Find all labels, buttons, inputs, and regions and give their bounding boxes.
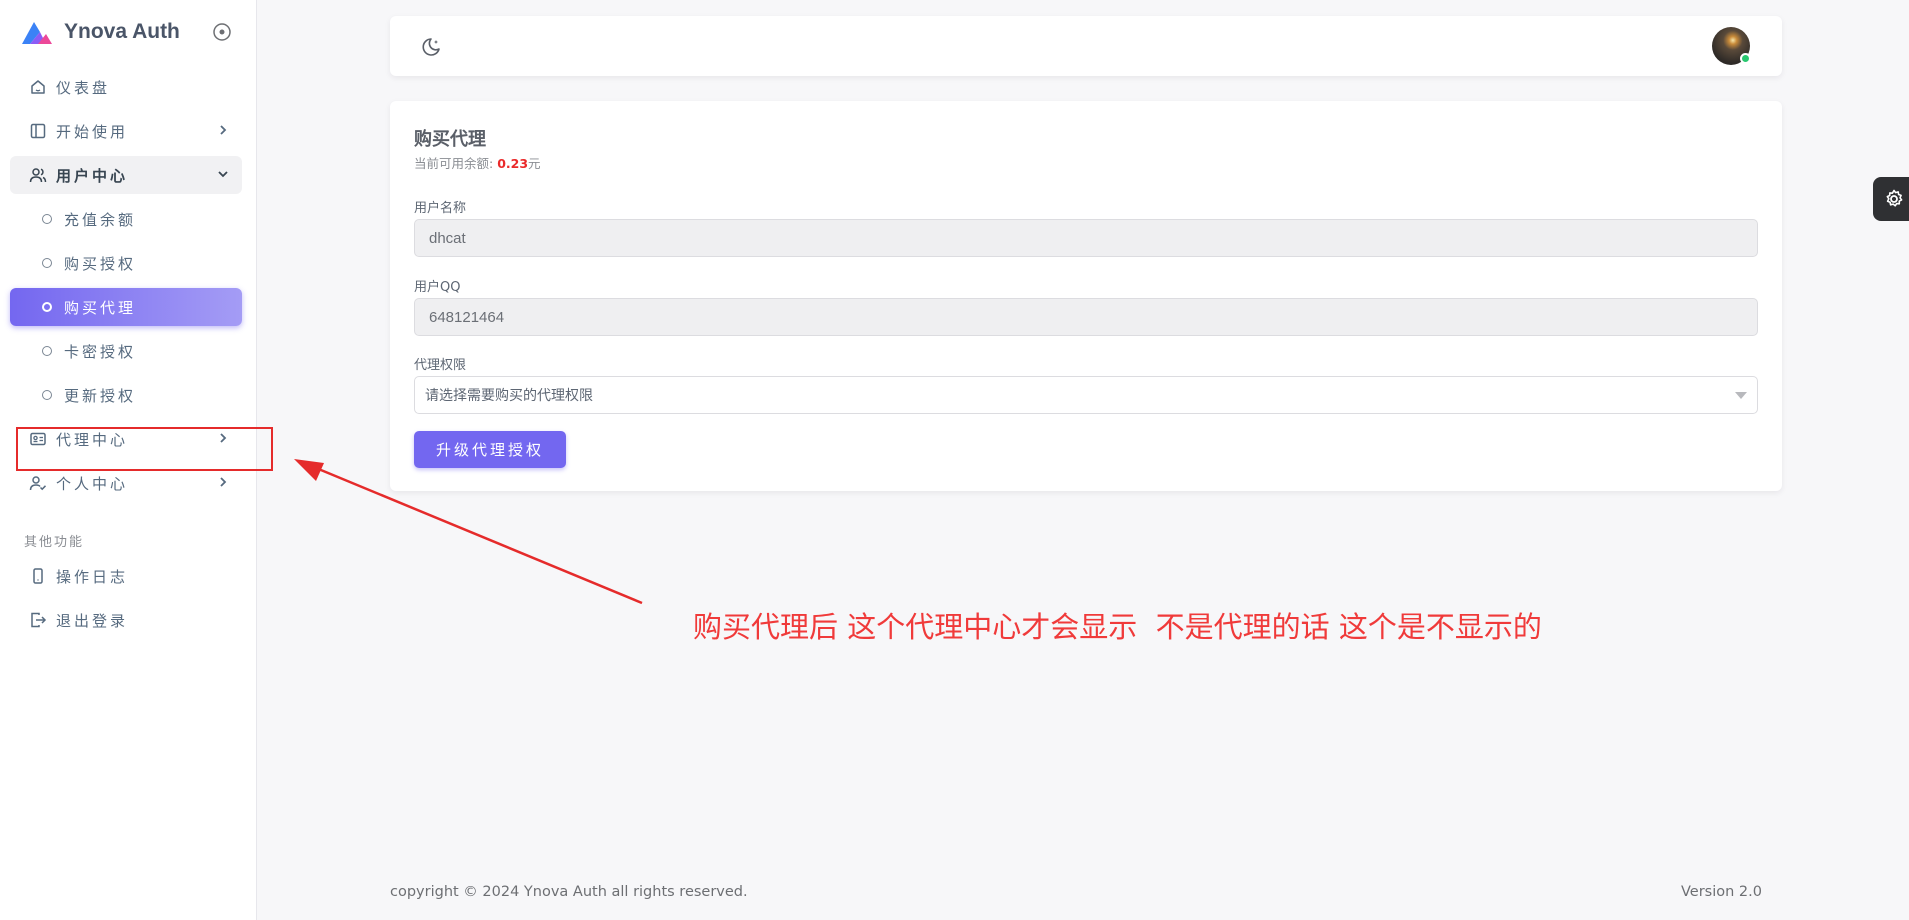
username-field[interactable]: dhcat	[414, 219, 1758, 257]
footer-version: Version 2.0	[1681, 884, 1762, 900]
sidebar-item-label: 卡密授权	[64, 342, 137, 361]
sidebar-item-operation-log[interactable]: 操作日志	[10, 557, 242, 595]
balance-amount: 0.23	[497, 156, 529, 171]
balance-unit: 元	[528, 156, 541, 171]
online-status-indicator	[1740, 53, 1751, 64]
home-icon	[28, 77, 48, 97]
sidebar-item-buy-agent[interactable]: 购买代理	[10, 288, 242, 326]
logout-icon	[28, 610, 48, 630]
brand-name: Ynova Auth	[64, 20, 180, 43]
sidebar-item-label: 充值余额	[64, 210, 137, 229]
username-label: 用户名称	[414, 201, 467, 216]
circle-bullet-icon	[42, 302, 52, 312]
sidebar-item-dashboard[interactable]: 仪表盘	[10, 68, 242, 106]
card-title: 购买代理	[414, 129, 486, 150]
layout-sidebar-icon	[28, 121, 48, 141]
theme-settings-toggle[interactable]	[1873, 177, 1909, 221]
caret-down-icon	[1735, 392, 1747, 399]
user-avatar[interactable]	[1712, 27, 1751, 65]
user-check-icon	[28, 473, 48, 493]
device-mobile-icon	[28, 566, 48, 586]
sidebar-item-update-license[interactable]: 更新授权	[10, 376, 242, 414]
annotation-text: 购买代理后 这个代理中心才会显示 不是代理的话 这个是不显示的	[693, 610, 1542, 644]
annotation-highlight-box	[16, 427, 273, 471]
users-icon	[28, 165, 48, 185]
sidebar-item-card-license[interactable]: 卡密授权	[10, 332, 242, 370]
chevron-down-icon	[218, 171, 228, 178]
qq-label: 用户QQ	[414, 280, 461, 295]
brand-logo-icon	[22, 22, 52, 44]
sidebar-item-label: 个人中心	[56, 474, 129, 493]
sidebar-item-label: 更新授权	[64, 386, 137, 405]
moon-stars-icon[interactable]	[420, 36, 442, 58]
sidebar-item-label: 用户中心	[56, 166, 129, 185]
brand[interactable]: Ynova Auth	[20, 16, 180, 48]
qq-field[interactable]: 648121464	[414, 298, 1758, 336]
permission-select-placeholder: 请选择需要购买的代理权限	[425, 388, 593, 404]
collapse-sidebar-icon[interactable]	[212, 22, 232, 42]
sidebar-item-label: 购买授权	[64, 254, 137, 273]
chevron-right-icon	[220, 477, 227, 487]
sidebar-item-logout[interactable]: 退出登录	[10, 601, 242, 639]
circle-bullet-icon	[42, 346, 52, 356]
top-navbar	[390, 16, 1782, 76]
chevron-right-icon	[220, 125, 227, 135]
sidebar-item-label: 操作日志	[56, 567, 129, 586]
balance-info: 当前可用余额: 0.23元	[414, 153, 541, 172]
circle-bullet-icon	[42, 258, 52, 268]
sidebar-menu-other: 操作日志 退出登录	[10, 557, 242, 645]
sidebar-item-label: 开始使用	[56, 122, 129, 141]
annotation-arrow	[294, 459, 643, 605]
sidebar-item-buy-license[interactable]: 购买授权	[10, 244, 242, 282]
sidebar-item-user-center[interactable]: 用户中心	[10, 156, 242, 194]
permission-label: 代理权限	[414, 358, 467, 373]
sidebar-item-label: 仪表盘	[56, 78, 111, 97]
sidebar-item-getting-started[interactable]: 开始使用	[10, 112, 242, 150]
permission-select[interactable]: 请选择需要购买的代理权限	[414, 376, 1758, 414]
footer-copyright: copyright © 2024 Ynova Auth all rights r…	[390, 884, 748, 900]
gear-icon	[1886, 189, 1903, 207]
sidebar-item-recharge[interactable]: 充值余额	[10, 200, 242, 238]
buy-agent-card: 购买代理 当前可用余额: 0.23元 用户名称 dhcat 用户QQ 64812…	[390, 101, 1782, 491]
circle-bullet-icon	[42, 214, 52, 224]
sidebar-item-label: 购买代理	[64, 298, 137, 317]
circle-bullet-icon	[42, 390, 52, 400]
balance-label: 当前可用余额:	[414, 156, 494, 171]
sidebar-item-label: 退出登录	[56, 611, 129, 630]
sidebar-section-title: 其他功能	[24, 535, 85, 550]
